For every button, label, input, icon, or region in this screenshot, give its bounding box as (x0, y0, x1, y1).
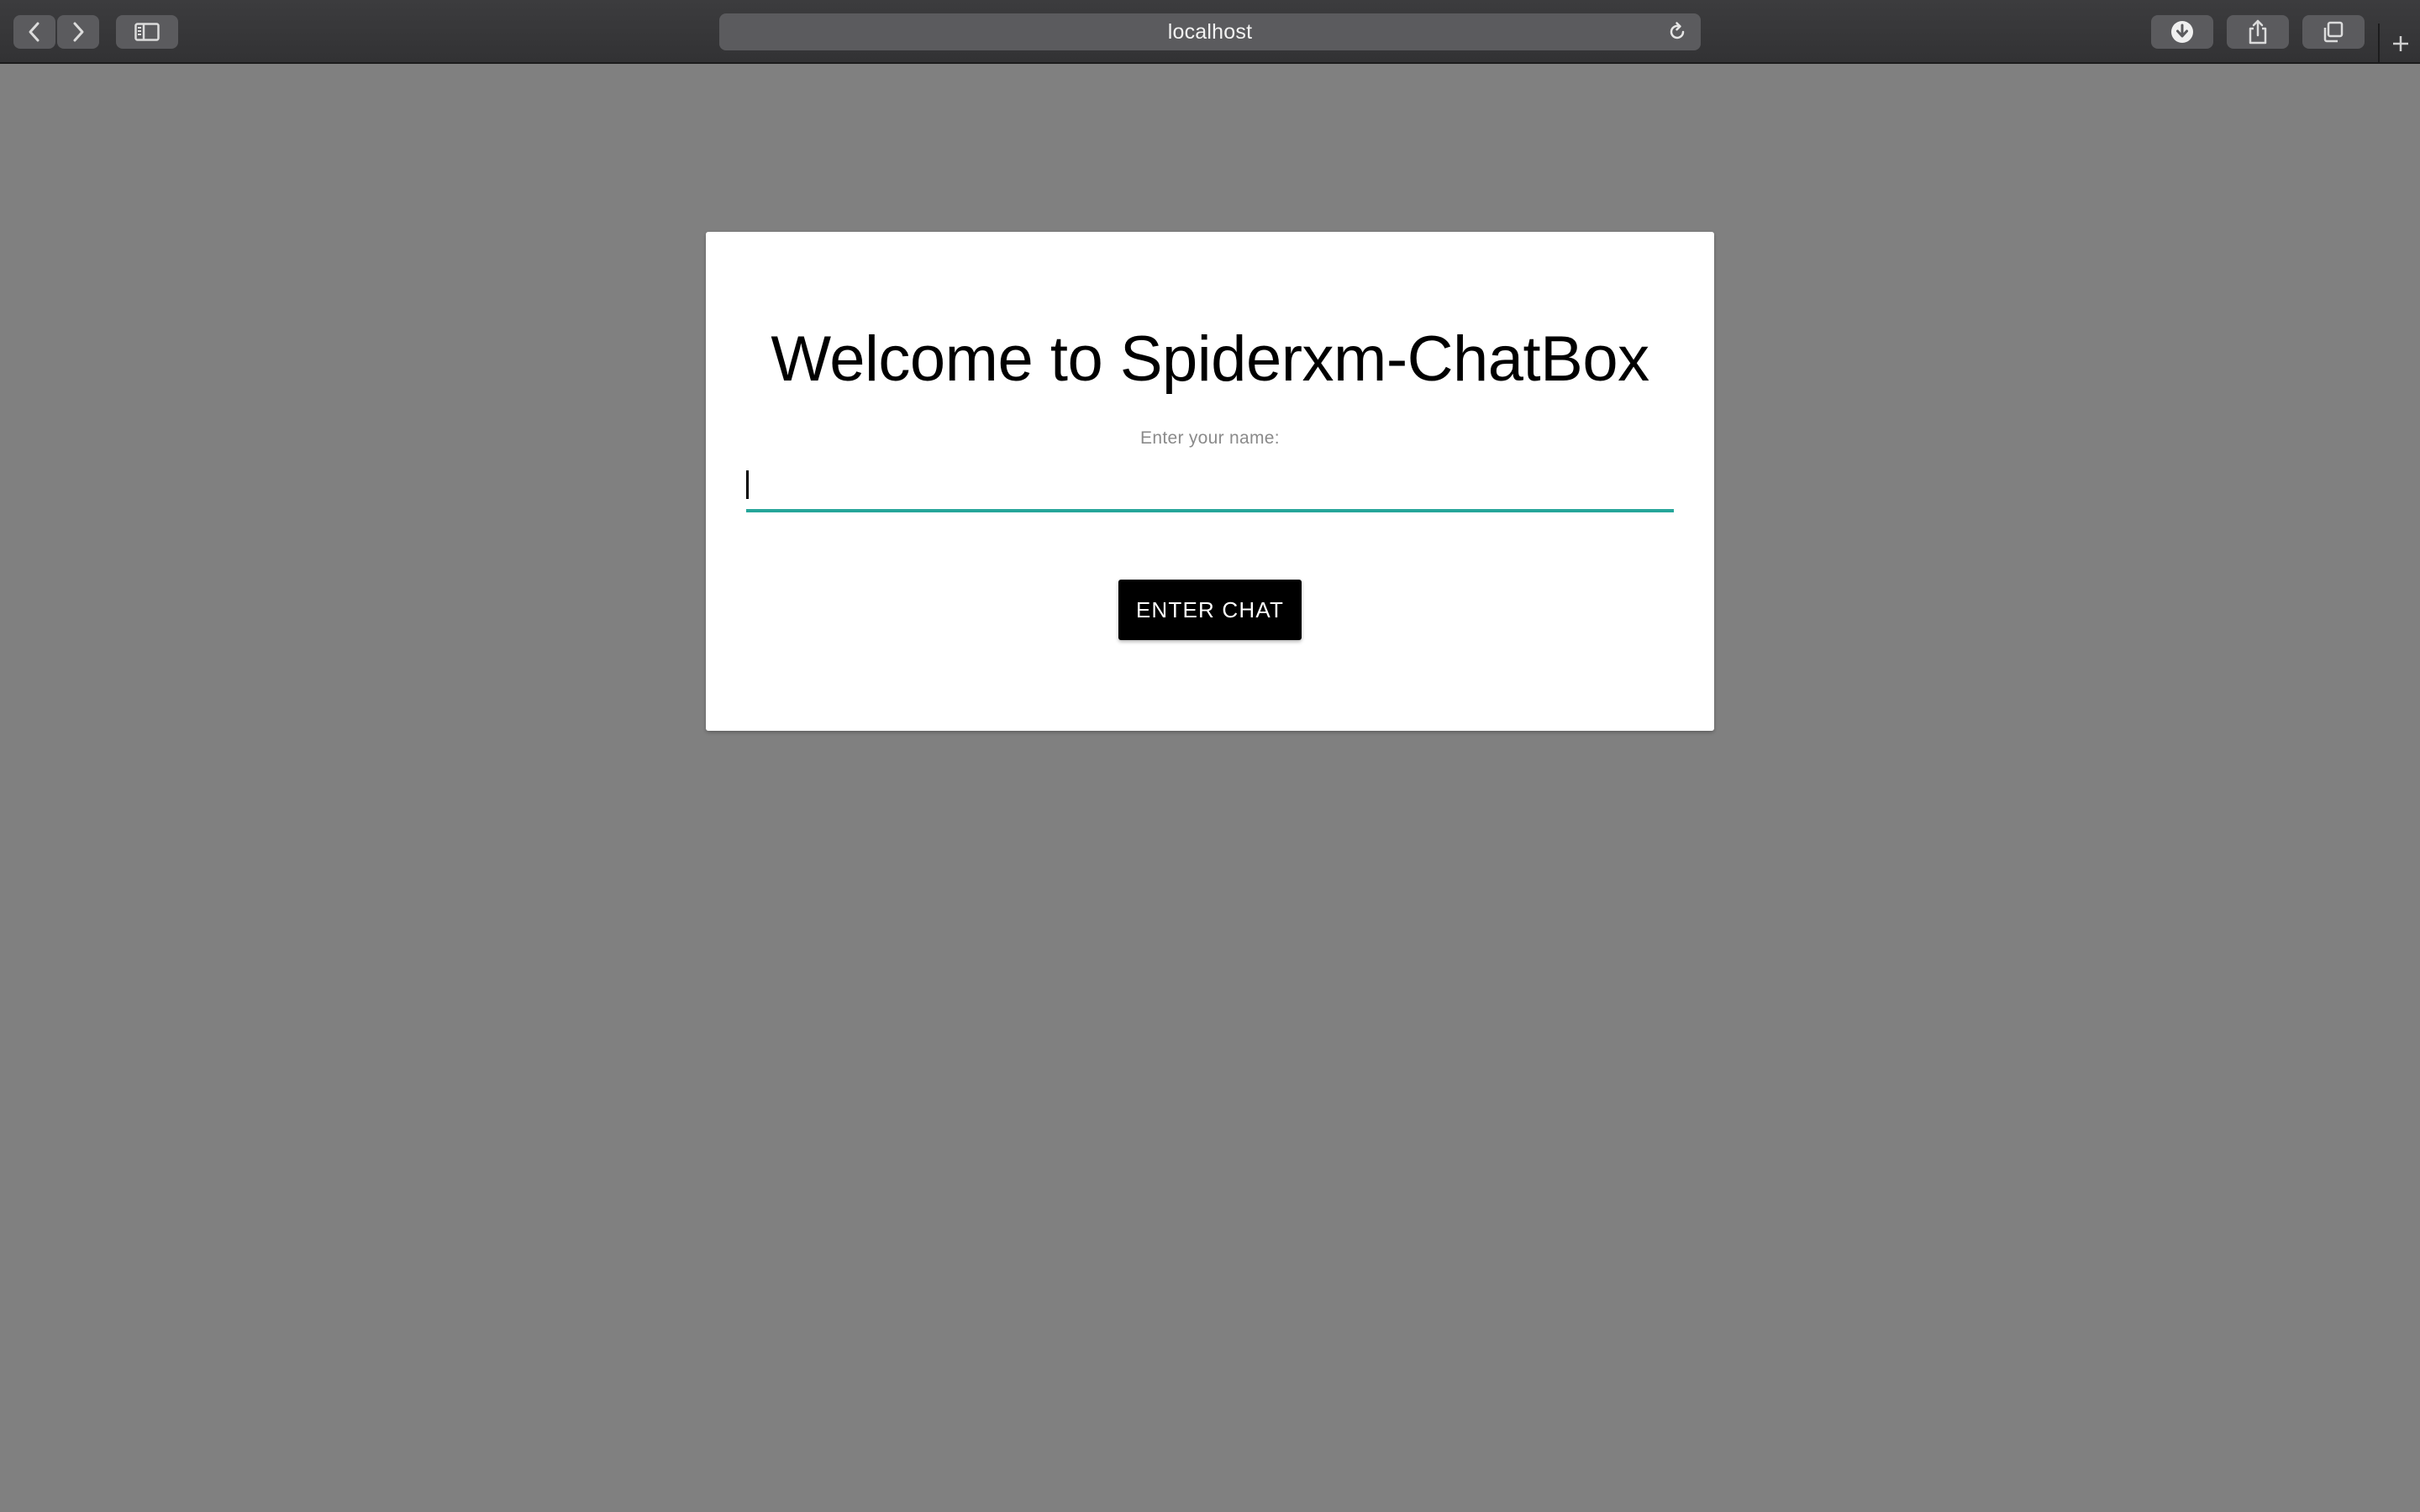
new-tab-button[interactable] (2378, 24, 2420, 64)
reload-icon[interactable] (1665, 20, 1689, 44)
tabs-overview-button[interactable] (2302, 15, 2365, 49)
tabs-overview-icon (2323, 21, 2344, 43)
login-card: Welcome to Spiderxm-ChatBox Enter your n… (706, 232, 1714, 731)
text-caret (746, 470, 749, 499)
chevron-right-icon (73, 22, 84, 42)
address-bar[interactable]: localhost (719, 13, 1701, 50)
name-label: Enter your name: (1140, 428, 1280, 448)
sidebar-icon (134, 23, 160, 41)
page-title: Welcome to Spiderxm-ChatBox (771, 323, 1649, 395)
browser-toolbar: localhost (0, 0, 2420, 64)
downloads-button[interactable] (2151, 15, 2213, 49)
sidebar-toggle-button[interactable] (116, 15, 178, 49)
forward-button[interactable] (57, 15, 99, 49)
plus-icon (2393, 36, 2408, 51)
enter-chat-button[interactable]: ENTER CHAT (1118, 580, 1302, 640)
chevron-left-icon (29, 22, 39, 42)
address-text: localhost (1167, 19, 1253, 44)
back-button[interactable] (13, 15, 55, 49)
share-button[interactable] (2227, 15, 2289, 49)
download-icon (2171, 21, 2193, 43)
name-input[interactable] (746, 464, 1674, 512)
share-icon (2249, 19, 2267, 45)
